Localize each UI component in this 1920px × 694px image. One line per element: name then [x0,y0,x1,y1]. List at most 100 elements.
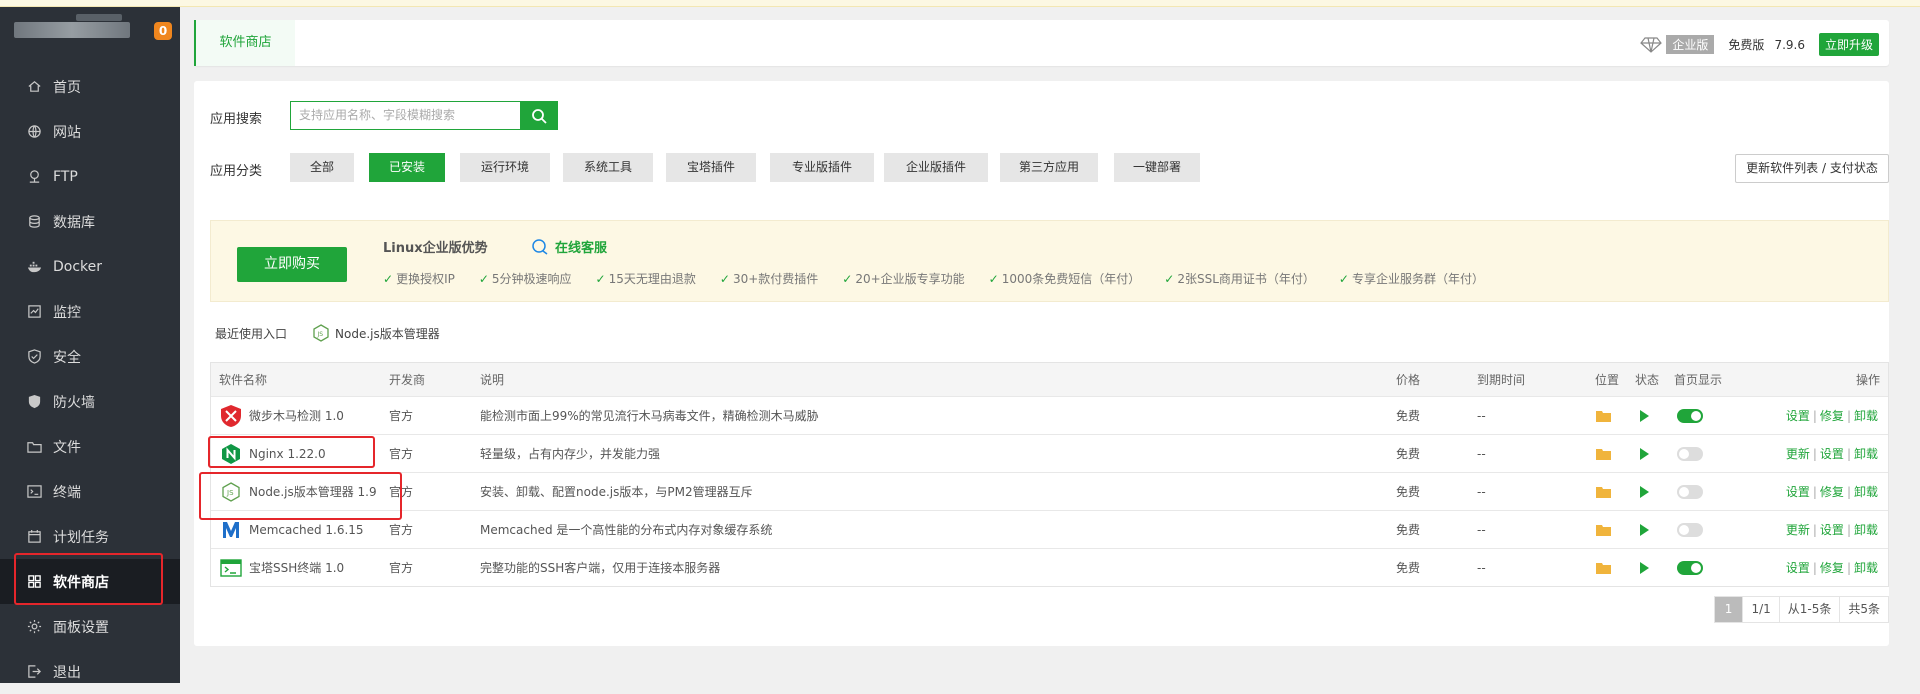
home-display-toggle[interactable] [1677,397,1703,434]
header-name: 软件名称 [219,373,268,387]
software-table: 软件名称 开发商 说明 价格 到期时间 位置 状态 首页显示 操作 微步木马检测… [210,362,1889,587]
page-count: 1/1 [1742,597,1778,622]
sidebar-item-files[interactable]: 文件 [0,424,180,469]
status-running-icon[interactable] [1640,549,1649,586]
repair-link[interactable]: 修复 [1820,559,1844,576]
software-name-cell: 微步木马检测 1.0 [219,397,344,434]
feature-item: ✓ 20+企业版专享功能 [842,272,965,286]
sidebar-item-label: 终端 [53,484,81,501]
update-link[interactable]: 更新 [1786,445,1810,462]
settings-link[interactable]: 设置 [1786,559,1810,576]
online-service-link[interactable]: 在线客服 [531,237,607,256]
uninstall-link[interactable]: 卸载 [1854,483,1878,500]
header-location: 位置 [1595,373,1620,387]
uninstall-link[interactable]: 卸载 [1854,407,1878,424]
svg-text:JS: JS [317,331,324,338]
table-row: 宝塔SSH终端 1.0 官方 完整功能的SSH客户端，仅用于连接本服务器 免费 … [211,548,1888,586]
sidebar-item-ftp[interactable]: FTP [0,154,180,199]
sidebar-item-settings[interactable]: 面板设置 [0,604,180,649]
monitor-icon [28,305,41,318]
category-system-tools[interactable]: 系统工具 [563,153,653,182]
pagination: 1 1/1 从1-5条 共5条 [1713,596,1889,623]
folder-open-icon[interactable] [1596,435,1612,472]
category-enterprise-plugins[interactable]: 企业版插件 [884,153,988,182]
feature-item: ✓ 专享企业服务群（年付） [1338,272,1484,286]
search-input[interactable]: 支持应用名称、字段模糊搜索 [290,101,520,130]
category-runtime[interactable]: 运行环境 [460,153,550,182]
sidebar-item-home[interactable]: 首页 [0,64,180,109]
feature-item: ✓ 更换授权IP [383,272,455,286]
software-name-cell: 宝塔SSH终端 1.0 [219,549,344,586]
status-running-icon[interactable] [1640,397,1649,434]
repair-link[interactable]: 修复 [1820,407,1844,424]
settings-link[interactable]: 设置 [1786,483,1810,500]
sidebar-item-database[interactable]: 数据库 [0,199,180,244]
category-one-click-deploy[interactable]: 一键部署 [1114,153,1200,182]
operations-cell: 设置 | 修复 | 卸载 [1785,407,1878,424]
category-all[interactable]: 全部 [290,153,354,182]
recent-entries: 最近使用入口 JS Node.js版本管理器 [215,324,440,342]
sidebar-item-docker[interactable]: Docker [0,244,180,289]
uninstall-link[interactable]: 卸载 [1854,445,1878,462]
home-display-toggle[interactable] [1677,511,1703,548]
expire-cell: -- [1477,408,1486,423]
status-running-icon[interactable] [1640,473,1649,510]
update-link[interactable]: 更新 [1786,521,1810,538]
table-header-row: 软件名称 开发商 说明 价格 到期时间 位置 状态 首页显示 操作 [211,363,1888,396]
category-installed[interactable]: 已安装 [369,153,445,182]
sidebar-item-app-store[interactable]: 软件商店 [0,559,180,604]
sidebar-item-website[interactable]: 网站 [0,109,180,154]
description-cell: Memcached 是一个高性能的分布式内存对象缓存系统 [480,523,773,537]
notification-badge[interactable]: 0 [154,22,172,40]
sidebar-item-logout[interactable]: 退出 [0,649,180,694]
settings-link[interactable]: 设置 [1820,445,1844,462]
enterprise-badge[interactable]: 企业版 [1666,35,1715,54]
feature-item: ✓ 5分钟极速响应 [478,272,572,286]
sidebar-item-label: 首页 [53,79,81,96]
status-running-icon[interactable] [1640,511,1649,548]
feature-item: ✓ 2张SSL商用证书（年付） [1164,272,1315,286]
developer-cell: 官方 [389,447,414,461]
price-cell: 免费 [1396,523,1421,537]
sidebar-item-firewall[interactable]: 防火墙 [0,379,180,424]
repair-link[interactable]: 修复 [1820,483,1844,500]
upgrade-button[interactable]: 立即升级 [1818,33,1879,56]
settings-link[interactable]: 设置 [1786,407,1810,424]
uninstall-link[interactable]: 卸载 [1854,521,1878,538]
expire-cell: -- [1477,560,1486,575]
folder-open-icon[interactable] [1596,473,1612,510]
uninstall-link[interactable]: 卸载 [1854,559,1878,576]
folder-open-icon[interactable] [1596,397,1612,434]
version-info: 企业版 免费版 7.9.6 立即升级 [1640,33,1879,56]
category-bt-plugins[interactable]: 宝塔插件 [666,153,756,182]
sidebar-item-label: 网站 [53,124,81,141]
category-third-party[interactable]: 第三方应用 [1000,153,1098,182]
feature-item: ✓ 15天无理由退款 [595,272,696,286]
refresh-list-button[interactable]: 更新软件列表 / 支付状态 [1735,154,1889,183]
status-running-icon[interactable] [1640,435,1649,472]
sidebar-item-monitor[interactable]: 监控 [0,289,180,334]
memcached-icon [219,518,243,542]
home-display-toggle[interactable] [1677,435,1703,472]
sidebar-item-security[interactable]: 安全 [0,334,180,379]
main-panel: 应用搜索 支持应用名称、字段模糊搜索 应用分类 全部 已安装 运行环境 系统工具… [194,81,1889,646]
sidebar-item-cron[interactable]: 计划任务 [0,514,180,559]
search-button[interactable] [520,101,558,130]
table-row: Nginx 1.22.0 官方 轻量级，占有内存少，并发能力强 免费 -- 更新… [211,434,1888,472]
settings-link[interactable]: 设置 [1820,521,1844,538]
buy-now-button[interactable]: 立即购买 [237,247,347,282]
search-label: 应用搜索 [210,112,263,127]
sidebar-item-label: 退出 [53,664,81,681]
sidebar-item-terminal[interactable]: 终端 [0,469,180,514]
operations-cell: 设置 | 修复 | 卸载 [1785,559,1878,576]
page-current[interactable]: 1 [1714,597,1743,622]
home-display-toggle[interactable] [1677,549,1703,586]
tab-app-store[interactable]: 软件商店 [194,20,295,66]
top-notice-bar [0,0,1920,7]
home-display-toggle[interactable] [1677,473,1703,510]
category-pro-plugins[interactable]: 专业版插件 [770,153,874,182]
recent-item-nodejs[interactable]: JS Node.js版本管理器 [313,324,440,342]
category-label: 应用分类 [210,164,263,179]
folder-open-icon[interactable] [1596,511,1612,548]
folder-open-icon[interactable] [1596,549,1612,586]
